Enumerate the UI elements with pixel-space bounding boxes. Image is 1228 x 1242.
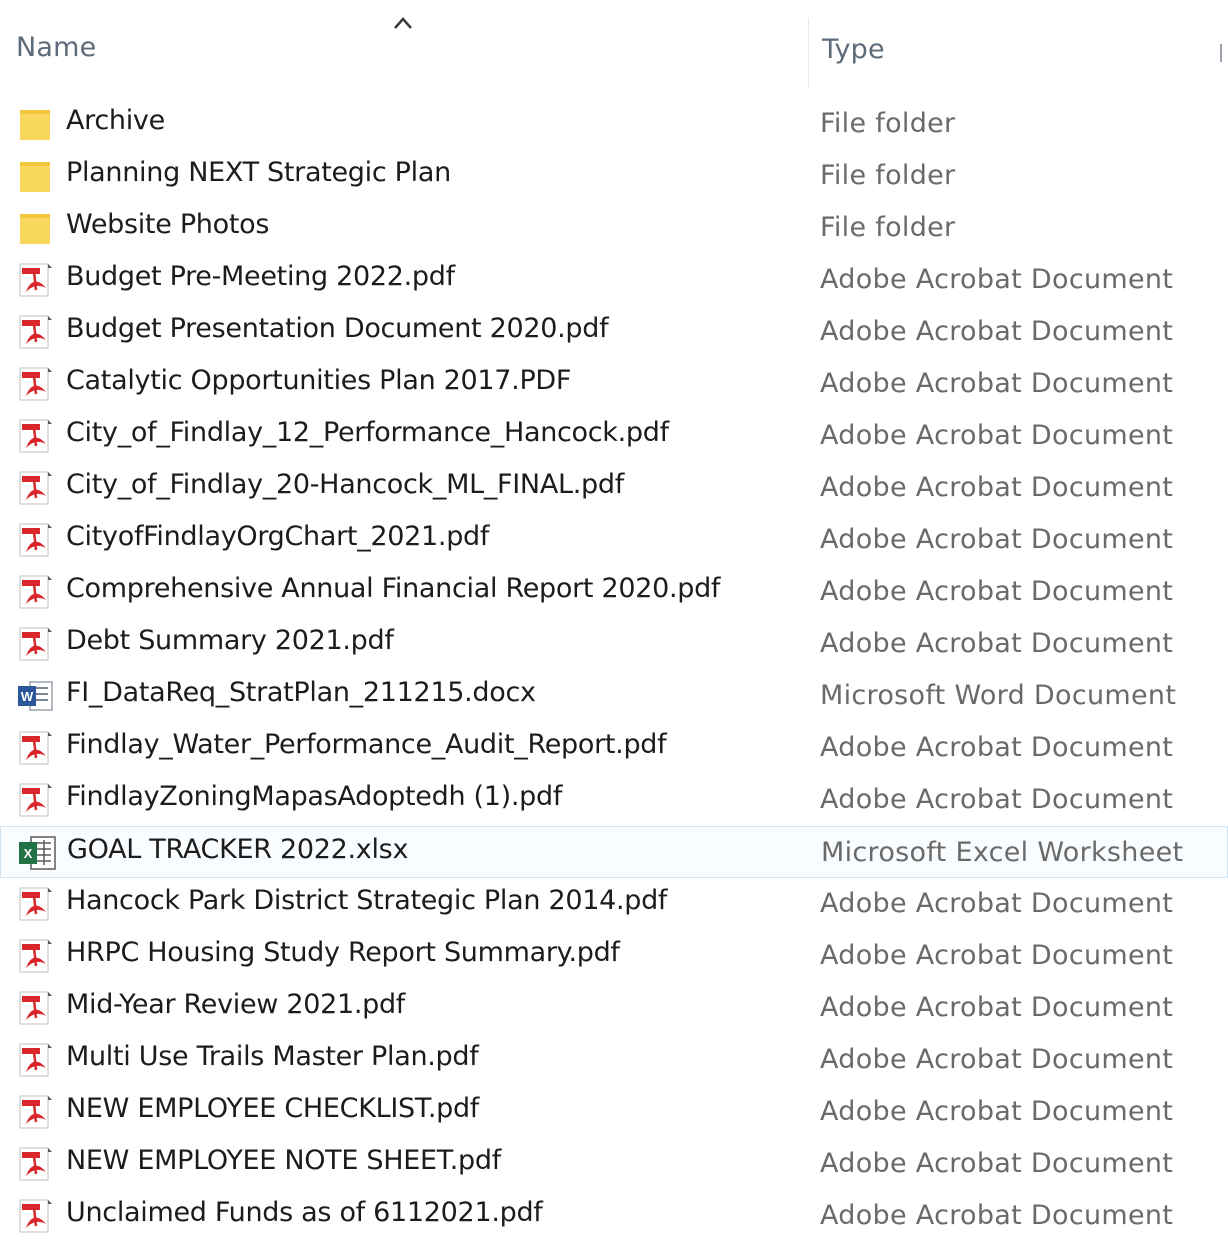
- pdf-icon: [16, 1146, 56, 1182]
- excel-icon: X: [17, 835, 57, 871]
- pdf-icon: [16, 470, 56, 506]
- column-divider-right[interactable]: [1220, 44, 1222, 62]
- pdf-icon: [16, 782, 56, 818]
- file-type: Adobe Acrobat Document: [820, 888, 1174, 919]
- file-type: Adobe Acrobat Document: [820, 264, 1174, 295]
- pdf-icon: [16, 366, 56, 402]
- file-type: Adobe Acrobat Document: [820, 732, 1174, 763]
- file-row[interactable]: W FI_DataReq_StratPlan_211215.docx Microso…: [0, 670, 1228, 722]
- file-type: Adobe Acrobat Document: [820, 472, 1174, 503]
- file-name[interactable]: Catalytic Opportunities Plan 2017.PDF: [66, 365, 571, 396]
- file-row[interactable]: Archive File folder: [0, 98, 1228, 150]
- pdf-icon: [16, 314, 56, 350]
- file-name[interactable]: Website Photos: [66, 209, 269, 240]
- file-type: Adobe Acrobat Document: [820, 1096, 1174, 1127]
- file-row[interactable]: Hancock Park District Strategic Plan 201…: [0, 878, 1228, 930]
- file-row[interactable]: Comprehensive Annual Financial Report 20…: [0, 566, 1228, 618]
- file-type: Adobe Acrobat Document: [820, 784, 1174, 815]
- file-type: Adobe Acrobat Document: [820, 992, 1174, 1023]
- file-type: Microsoft Excel Worksheet: [821, 837, 1184, 868]
- file-name[interactable]: GOAL TRACKER 2022.xlsx: [67, 834, 408, 865]
- file-name[interactable]: FI_DataReq_StratPlan_211215.docx: [66, 677, 536, 708]
- file-name[interactable]: HRPC Housing Study Report Summary.pdf: [66, 937, 620, 968]
- folder-icon: [16, 106, 56, 142]
- file-name[interactable]: Budget Presentation Document 2020.pdf: [66, 313, 609, 344]
- file-type: Adobe Acrobat Document: [820, 420, 1174, 451]
- file-name[interactable]: City_of_Findlay_12_Performance_Hancock.p…: [66, 417, 669, 448]
- file-name[interactable]: Mid-Year Review 2021.pdf: [66, 989, 405, 1020]
- file-explorer: Name Type Archive File folder Planning NEX…: [0, 0, 1228, 1233]
- file-row[interactable]: Findlay_Water_Performance_Audit_Report.p…: [0, 722, 1228, 774]
- pdf-icon: [16, 1094, 56, 1130]
- file-row[interactable]: Budget Presentation Document 2020.pdf Ado…: [0, 306, 1228, 358]
- file-row[interactable]: X GOAL TRACKER 2022.xlsx Microsoft Excel W…: [0, 826, 1228, 878]
- file-type: File folder: [820, 108, 956, 139]
- file-type: File folder: [820, 212, 956, 243]
- word-icon: W: [16, 678, 56, 714]
- file-row[interactable]: FindlayZoningMapasAdoptedh (1).pdf Adobe …: [0, 774, 1228, 826]
- file-row[interactable]: Mid-Year Review 2021.pdf Adobe Acrobat Do…: [0, 982, 1228, 1034]
- pdf-icon: [16, 1042, 56, 1078]
- svg-text:X: X: [24, 846, 33, 861]
- pdf-icon: [16, 938, 56, 974]
- folder-icon: [16, 158, 56, 194]
- file-row[interactable]: Debt Summary 2021.pdf Adobe Acrobat Docum…: [0, 618, 1228, 670]
- column-header-type[interactable]: Type: [822, 34, 885, 65]
- file-type: Adobe Acrobat Document: [820, 524, 1174, 555]
- file-row[interactable]: NEW EMPLOYEE NOTE SHEET.pdf Adobe Acrobat…: [0, 1138, 1228, 1190]
- file-type: Adobe Acrobat Document: [820, 368, 1174, 399]
- file-row[interactable]: Unclaimed Funds as of 6112021.pdf Adobe A…: [0, 1190, 1228, 1242]
- file-type: Adobe Acrobat Document: [820, 316, 1174, 347]
- file-type: Adobe Acrobat Document: [820, 628, 1174, 659]
- file-row[interactable]: NEW EMPLOYEE CHECKLIST.pdf Adobe Acrobat …: [0, 1086, 1228, 1138]
- file-type: Adobe Acrobat Document: [820, 1148, 1174, 1179]
- file-name[interactable]: CityofFindlayOrgChart_2021.pdf: [66, 521, 489, 552]
- column-divider[interactable]: [808, 18, 809, 88]
- file-row[interactable]: Website Photos File folder: [0, 202, 1228, 254]
- pdf-icon: [16, 990, 56, 1026]
- file-name[interactable]: FindlayZoningMapasAdoptedh (1).pdf: [66, 781, 562, 812]
- pdf-icon: [16, 522, 56, 558]
- file-row[interactable]: HRPC Housing Study Report Summary.pdf Ado…: [0, 930, 1228, 982]
- file-row[interactable]: Multi Use Trails Master Plan.pdf Adobe Ac…: [0, 1034, 1228, 1086]
- svg-text:W: W: [21, 689, 34, 704]
- pdf-icon: [16, 626, 56, 662]
- pdf-icon: [16, 886, 56, 922]
- sort-ascending-icon: [394, 17, 412, 29]
- file-name[interactable]: Archive: [66, 105, 165, 136]
- file-name[interactable]: Planning NEXT Strategic Plan: [66, 157, 451, 188]
- column-header-bar: Name Type: [0, 0, 1228, 96]
- file-type: Adobe Acrobat Document: [820, 1200, 1174, 1231]
- pdf-icon: [16, 730, 56, 766]
- file-name[interactable]: Unclaimed Funds as of 6112021.pdf: [66, 1197, 543, 1228]
- file-name[interactable]: Hancock Park District Strategic Plan 201…: [66, 885, 667, 916]
- file-type: Adobe Acrobat Document: [820, 940, 1174, 971]
- file-row[interactable]: Budget Pre-Meeting 2022.pdf Adobe Acrobat…: [0, 254, 1228, 306]
- file-row[interactable]: City_of_Findlay_12_Performance_Hancock.p…: [0, 410, 1228, 462]
- file-type: File folder: [820, 160, 956, 191]
- file-name[interactable]: NEW EMPLOYEE CHECKLIST.pdf: [66, 1093, 479, 1124]
- file-type: Adobe Acrobat Document: [820, 1044, 1174, 1075]
- file-type: Microsoft Word Document: [820, 680, 1177, 711]
- file-row[interactable]: City_of_Findlay_20-Hancock_ML_FINAL.pdf A…: [0, 462, 1228, 514]
- file-type: Adobe Acrobat Document: [820, 576, 1174, 607]
- file-row[interactable]: Planning NEXT Strategic Plan File folder: [0, 150, 1228, 202]
- file-name[interactable]: NEW EMPLOYEE NOTE SHEET.pdf: [66, 1145, 501, 1176]
- file-name[interactable]: Budget Pre-Meeting 2022.pdf: [66, 261, 455, 292]
- file-name[interactable]: City_of_Findlay_20-Hancock_ML_FINAL.pdf: [66, 469, 624, 500]
- pdf-icon: [16, 262, 56, 298]
- file-name[interactable]: Multi Use Trails Master Plan.pdf: [66, 1041, 479, 1072]
- pdf-icon: [16, 574, 56, 610]
- column-header-name[interactable]: Name: [16, 32, 96, 63]
- file-row[interactable]: CityofFindlayOrgChart_2021.pdf Adobe Acro…: [0, 514, 1228, 566]
- file-name[interactable]: Comprehensive Annual Financial Report 20…: [66, 573, 720, 604]
- file-name[interactable]: Debt Summary 2021.pdf: [66, 625, 394, 656]
- folder-icon: [16, 210, 56, 246]
- pdf-icon: [16, 1198, 56, 1234]
- pdf-icon: [16, 418, 56, 454]
- file-row[interactable]: Catalytic Opportunities Plan 2017.PDF Ado…: [0, 358, 1228, 410]
- file-list: Archive File folder Planning NEXT Strategi…: [0, 98, 1228, 1242]
- file-name[interactable]: Findlay_Water_Performance_Audit_Report.p…: [66, 729, 667, 760]
